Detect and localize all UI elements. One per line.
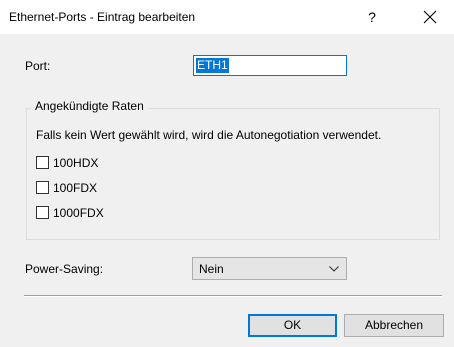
- divider: [24, 295, 442, 297]
- power-saving-select[interactable]: Nein: [192, 257, 347, 280]
- power-saving-label: Power-Saving:: [25, 262, 104, 276]
- port-input-value: ETH1: [196, 58, 229, 73]
- dialog-body: Port: ETH1 Angekündigte Raten Falls kein…: [0, 34, 454, 347]
- checkbox-label: 1000FDX: [53, 206, 104, 220]
- cancel-button[interactable]: Abbrechen: [344, 314, 444, 337]
- checkbox-label: 100HDX: [53, 156, 99, 170]
- close-button[interactable]: [410, 5, 450, 29]
- group-title: Angekündigte Raten: [31, 99, 148, 113]
- checkbox-box[interactable]: [36, 156, 49, 169]
- title-bar: Ethernet-Ports - Eintrag bearbeiten ?: [0, 0, 454, 34]
- group-hint: Falls kein Wert gewählt wird, wird die A…: [36, 128, 382, 142]
- ok-button[interactable]: OK: [248, 314, 337, 337]
- port-input[interactable]: ETH1: [193, 55, 347, 76]
- chevron-down-icon: [329, 266, 339, 272]
- checkbox-box[interactable]: [36, 206, 49, 219]
- close-icon: [423, 10, 437, 24]
- port-label: Port:: [25, 59, 51, 73]
- checkbox-box[interactable]: [36, 181, 49, 194]
- window-title: Ethernet-Ports - Eintrag bearbeiten: [9, 10, 196, 24]
- checkbox-label: 100FDX: [53, 181, 98, 195]
- power-saving-value: Nein: [199, 262, 224, 276]
- help-button[interactable]: ?: [358, 5, 386, 29]
